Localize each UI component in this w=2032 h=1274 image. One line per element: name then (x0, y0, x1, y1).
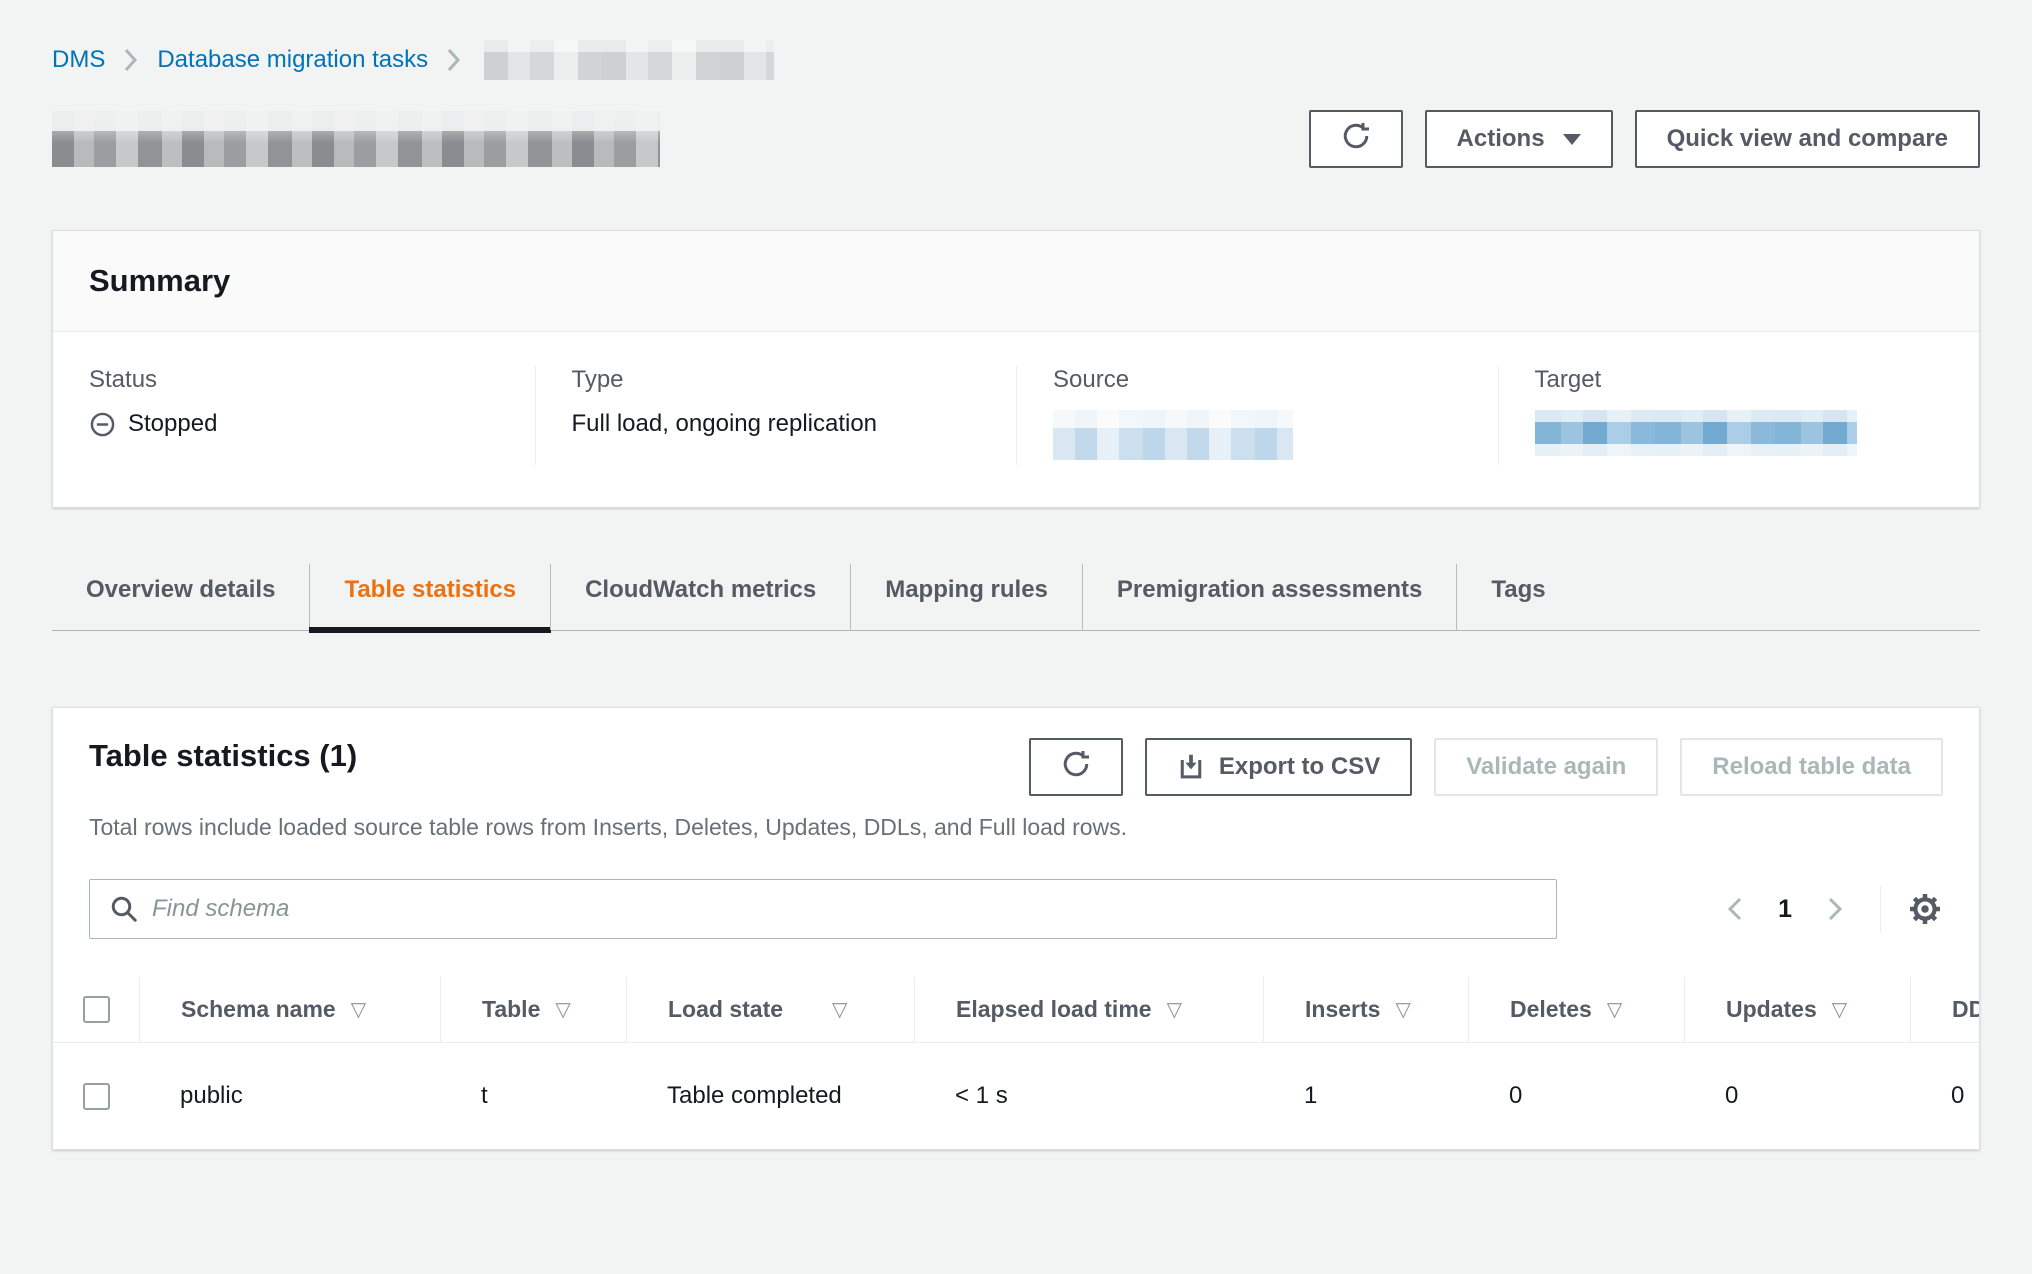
table-statistics-header: Table statistics (1) (53, 708, 1979, 796)
dms-task-page: DMS Database migration tasks Actions (0, 0, 2032, 1274)
actions-button-label: Actions (1457, 125, 1545, 153)
table-header-row: Schema name ▽ Table ▽ Load state ▽ Elaps… (53, 977, 1980, 1043)
pagination: 1 (1720, 886, 1943, 932)
column-header-deletes[interactable]: Deletes ▽ (1468, 977, 1684, 1042)
refresh-button[interactable] (1309, 110, 1403, 168)
select-all-checkbox[interactable] (83, 996, 110, 1023)
summary-fields: Status Stopped Type Full load, ongoing r… (53, 332, 1979, 507)
redacted-target-link[interactable] (1535, 410, 1857, 456)
reload-table-data-label: Reload table data (1712, 753, 1911, 781)
quick-view-button[interactable]: Quick view and compare (1635, 110, 1980, 168)
redacted-task-name (484, 40, 774, 80)
table-statistics-description: Total rows include loaded source table r… (53, 796, 1979, 841)
sort-icon[interactable]: ▽ (351, 997, 366, 1022)
caret-down-icon (1563, 134, 1581, 145)
task-tabs: Overview details Table statistics CloudW… (52, 564, 1980, 631)
breadcrumb: DMS Database migration tasks (52, 40, 1980, 80)
status-value: Stopped (89, 410, 499, 438)
summary-field-target: Target (1498, 366, 1980, 465)
redacted-page-title (52, 111, 660, 167)
tab-premigration-assessments[interactable]: Premigration assessments (1082, 564, 1456, 630)
table-statistics-title: Table statistics (1) (89, 738, 357, 774)
previous-page-button[interactable] (1720, 889, 1750, 929)
toolbar-divider (1880, 886, 1881, 932)
tab-table-statistics[interactable]: Table statistics (309, 564, 550, 630)
refresh-icon (1061, 749, 1091, 786)
column-header-schema-name[interactable]: Schema name ▽ (139, 977, 440, 1042)
next-page-button[interactable] (1820, 889, 1850, 929)
settings-gear-button[interactable] (1907, 891, 1943, 927)
redacted-source-link[interactable] (1053, 410, 1293, 460)
summary-field-status: Status Stopped (53, 366, 535, 465)
column-header-updates[interactable]: Updates ▽ (1684, 977, 1910, 1042)
breadcrumb-link-tasks[interactable]: Database migration tasks (157, 46, 428, 74)
source-label: Source (1053, 366, 1462, 394)
validate-again-label: Validate again (1466, 753, 1626, 781)
row-checkbox[interactable] (83, 1083, 110, 1110)
summary-field-type: Type Full load, ongoing replication (535, 366, 1017, 465)
cell-deletes: 0 (1468, 1043, 1684, 1149)
cell-schema-name: public (139, 1043, 440, 1149)
sort-icon[interactable]: ▽ (832, 997, 847, 1022)
column-header-load-state[interactable]: Load state ▽ (626, 977, 914, 1042)
cell-load-state: Table completed (626, 1043, 914, 1149)
summary-card-header: Summary (53, 231, 1979, 332)
current-page-number: 1 (1778, 895, 1792, 924)
cell-table: t (440, 1043, 626, 1149)
download-icon (1177, 753, 1205, 781)
page-header: Actions Quick view and compare (52, 110, 1980, 168)
breadcrumb-chevron-icon (446, 47, 462, 73)
breadcrumb-link-dms[interactable]: DMS (52, 46, 105, 74)
sort-icon[interactable]: ▽ (555, 997, 570, 1022)
summary-field-source: Source (1016, 366, 1498, 465)
cell-inserts: 1 (1263, 1043, 1468, 1149)
reload-table-data-button[interactable]: Reload table data (1680, 738, 1943, 796)
target-label: Target (1535, 366, 1944, 394)
cell-updates: 0 (1684, 1043, 1910, 1149)
summary-title: Summary (89, 263, 1943, 299)
status-label: Status (89, 366, 499, 394)
column-header-ddls[interactable]: DDLs (1910, 977, 1980, 1042)
table-actions: Export to CSV Validate again Reload tabl… (1029, 738, 1943, 796)
row-select-cell (53, 1043, 139, 1149)
header-select-all (53, 977, 139, 1042)
sort-icon[interactable]: ▽ (1395, 997, 1410, 1022)
table-refresh-button[interactable] (1029, 738, 1123, 796)
cell-elapsed-load-time: < 1 s (914, 1043, 1263, 1149)
actions-button[interactable]: Actions (1425, 110, 1613, 168)
sort-icon[interactable]: ▽ (1607, 997, 1622, 1022)
export-csv-button[interactable]: Export to CSV (1145, 738, 1412, 796)
search-icon (109, 894, 139, 929)
table-statistics-card: Table statistics (1) (52, 707, 1980, 1150)
header-actions: Actions Quick view and compare (1309, 110, 1980, 168)
validate-again-button[interactable]: Validate again (1434, 738, 1658, 796)
tab-cloudwatch-metrics[interactable]: CloudWatch metrics (550, 564, 850, 630)
type-label: Type (572, 366, 981, 394)
summary-card: Summary Status Stopped Type Full load, o… (52, 230, 1980, 508)
column-header-table[interactable]: Table ▽ (440, 977, 626, 1042)
cell-ddls: 0 (1910, 1043, 1980, 1149)
tab-overview-details[interactable]: Overview details (52, 564, 309, 630)
stopped-icon (89, 411, 116, 438)
type-value: Full load, ongoing replication (572, 410, 981, 438)
find-schema-input[interactable] (89, 879, 1557, 939)
status-text: Stopped (128, 410, 217, 438)
column-header-inserts[interactable]: Inserts ▽ (1263, 977, 1468, 1042)
sort-icon[interactable]: ▽ (1167, 997, 1182, 1022)
table-toolbar: 1 (89, 879, 1943, 939)
sort-icon[interactable]: ▽ (1832, 997, 1847, 1022)
table-row[interactable]: public t Table completed < 1 s 1 0 0 0 (53, 1043, 1980, 1149)
breadcrumb-chevron-icon (123, 47, 139, 73)
tab-tags[interactable]: Tags (1456, 564, 1579, 630)
export-csv-label: Export to CSV (1219, 753, 1380, 781)
column-header-elapsed-load-time[interactable]: Elapsed load time ▽ (914, 977, 1263, 1042)
quick-view-button-label: Quick view and compare (1667, 125, 1948, 153)
tab-mapping-rules[interactable]: Mapping rules (850, 564, 1082, 630)
schema-search (89, 879, 1557, 939)
refresh-icon (1341, 121, 1371, 158)
table-statistics-table: Schema name ▽ Table ▽ Load state ▽ Elaps… (53, 977, 1980, 1149)
